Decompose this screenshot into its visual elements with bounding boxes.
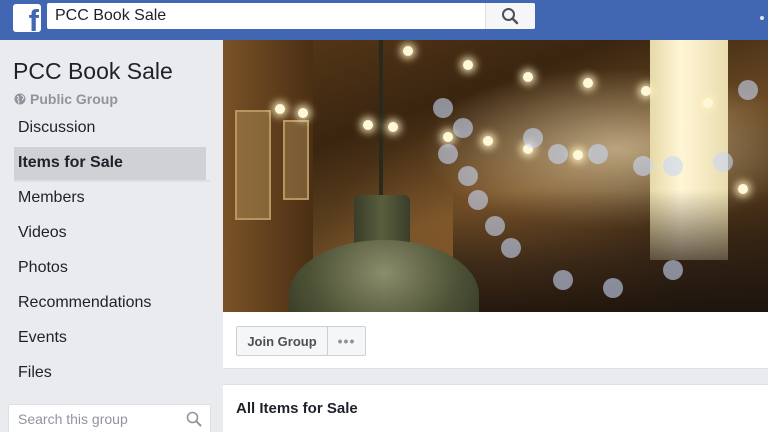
cover-string-light <box>641 86 651 96</box>
sidebar-item-events[interactable]: Events <box>0 320 222 355</box>
cover-bokeh <box>501 238 521 258</box>
sidebar-item-members[interactable]: Members <box>0 180 222 215</box>
cover-bokeh <box>603 278 623 298</box>
group-search-input[interactable] <box>18 411 178 427</box>
sidebar-item-items-for-sale[interactable]: Items for Sale <box>0 145 222 182</box>
items-panel-title: All Items for Sale <box>236 400 358 417</box>
sidebar-item-discussion[interactable]: Discussion <box>0 110 222 145</box>
group-title[interactable]: PCC Book Sale <box>13 58 173 85</box>
cover-bokeh <box>663 260 683 280</box>
cover-string-light <box>738 184 748 194</box>
cover-bokeh <box>588 144 608 164</box>
cover-string-light <box>363 120 373 130</box>
group-privacy: Public Group <box>14 91 118 107</box>
cover-bokeh <box>633 156 653 176</box>
cover-string-light <box>443 132 453 142</box>
cover-bokeh <box>553 270 573 290</box>
globe-icon <box>14 93 26 105</box>
cover-string-light <box>463 60 473 70</box>
cover-picture-frame <box>235 110 271 220</box>
cover-string-light <box>403 46 413 56</box>
cover-lampshade <box>289 240 479 312</box>
cover-bokeh <box>523 128 543 148</box>
global-search-bar[interactable]: PCC Book Sale <box>47 3 535 29</box>
more-options-icon[interactable]: ••• <box>327 326 366 356</box>
cover-string-light <box>703 98 713 108</box>
group-sidebar: PCC Book Sale Public Group Discussion It… <box>0 40 222 432</box>
group-privacy-label: Public Group <box>30 91 118 107</box>
sidebar-item-photos[interactable]: Photos <box>0 250 222 285</box>
cover-bokeh <box>713 152 733 172</box>
cover-lamp-cord <box>379 40 383 200</box>
cover-string-light <box>388 122 398 132</box>
cover-string-light <box>483 136 493 146</box>
search-icon <box>502 8 519 25</box>
cover-bokeh <box>468 190 488 210</box>
cover-picture-frame <box>283 120 309 200</box>
join-group-button[interactable]: Join Group <box>236 326 328 356</box>
cover-photo <box>223 40 768 312</box>
sidebar-item-files[interactable]: Files <box>0 355 222 390</box>
cover-string-light <box>583 78 593 88</box>
facebook-logo-letter: f <box>28 4 39 32</box>
sidebar-item-videos[interactable]: Videos <box>0 215 222 250</box>
global-search-button[interactable] <box>485 3 535 29</box>
items-for-sale-panel: All Items for Sale <box>223 384 768 432</box>
cover-string-light <box>298 108 308 118</box>
cover-string-light <box>523 72 533 82</box>
cover-string-light <box>573 150 583 160</box>
topbar-edge-indicator <box>760 16 764 20</box>
facebook-logo-icon[interactable]: f <box>13 4 41 32</box>
cover-bokeh <box>458 166 478 186</box>
cover-bokeh <box>548 144 568 164</box>
top-navigation-bar: f PCC Book Sale <box>0 0 768 40</box>
group-nav: Discussion Items for Sale Members Videos… <box>0 110 222 390</box>
cover-bokeh <box>453 118 473 138</box>
group-search-box[interactable] <box>8 404 211 432</box>
group-actions-bar: Join Group ••• <box>223 312 768 369</box>
search-icon[interactable] <box>186 411 202 427</box>
cover-bokeh <box>738 80 758 100</box>
cover-bokeh <box>485 216 505 236</box>
cover-bokeh <box>433 98 453 118</box>
global-search-input[interactable]: PCC Book Sale <box>55 7 166 25</box>
cover-bokeh <box>438 144 458 164</box>
cover-bokeh <box>663 156 683 176</box>
cover-string-light <box>275 104 285 114</box>
sidebar-item-recommendations[interactable]: Recommendations <box>0 285 222 320</box>
